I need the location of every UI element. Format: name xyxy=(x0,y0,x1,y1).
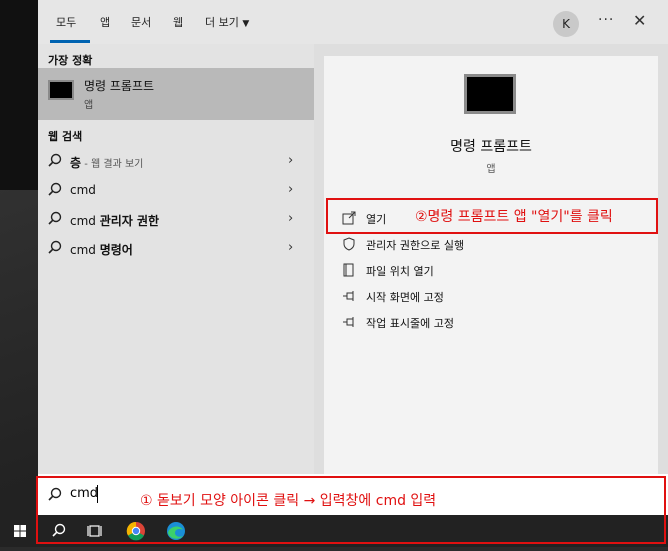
search-highlight xyxy=(36,476,666,544)
pin-icon xyxy=(343,317,354,327)
best-match-type: 앱 xyxy=(84,100,94,111)
web-result-item[interactable]: cmd 관리자 권한 › xyxy=(38,205,314,233)
app-title: 명령 프롬프트 xyxy=(450,139,532,155)
pin-to-start-label: 시작 화면에 고정 xyxy=(366,291,444,304)
run-as-admin-action[interactable]: 관리자 권한으로 실행 xyxy=(342,234,642,256)
search-icon xyxy=(48,211,62,225)
search-icon xyxy=(48,182,62,196)
web-result-plain: cmd xyxy=(70,243,100,257)
start-button[interactable] xyxy=(2,515,38,547)
web-result-hint: - 웹 결과 보기 xyxy=(81,159,144,170)
tab-more-label: 더 보기 xyxy=(205,16,239,29)
web-result-bold: 관리자 권한 xyxy=(99,214,160,228)
best-match-heading: 가장 정확 xyxy=(48,54,93,67)
chevron-right-icon: › xyxy=(288,211,294,226)
avatar[interactable]: K xyxy=(553,11,579,37)
search-tabs-bar: 모두 앱 문서 웹 더 보기 ▼ K ··· ✕ xyxy=(38,0,668,44)
chevron-right-icon: › xyxy=(288,240,294,255)
tab-all[interactable]: 모두 xyxy=(56,14,76,30)
tab-more[interactable]: 더 보기 ▼ xyxy=(205,14,249,30)
desktop-left-strip xyxy=(0,0,40,190)
tab-web[interactable]: 웹 xyxy=(173,14,183,30)
step1-annotation: ① 돋보기 모양 아이콘 클릭 → 입력창에 cmd 입력 xyxy=(140,493,437,509)
search-panel: 모두 앱 문서 웹 더 보기 ▼ K ··· ✕ 가장 정확 명령 프롬프트 앱… xyxy=(38,0,668,515)
web-result-plain: cmd xyxy=(70,183,96,197)
best-match-item[interactable]: 명령 프롬프트 앱 xyxy=(38,68,314,120)
chevron-right-icon: › xyxy=(288,153,294,168)
pin-to-start-action[interactable]: 시작 화면에 고정 xyxy=(342,286,642,308)
tab-apps[interactable]: 앱 xyxy=(100,14,110,30)
more-options-icon[interactable]: ··· xyxy=(598,12,614,28)
open-file-location-label: 파일 위치 열기 xyxy=(366,265,434,278)
web-result-item[interactable]: cmd › xyxy=(38,176,314,204)
app-type: 앱 xyxy=(486,164,496,175)
step2-annotation: ②명령 프롬프트 앱 "열기"를 클릭 xyxy=(415,209,613,225)
web-result-item[interactable]: cmd 명령어 › xyxy=(38,234,314,262)
results-list: 가장 정확 명령 프롬프트 앱 웹 검색 층 - 웹 결과 보기 › cmd ›… xyxy=(38,44,314,474)
windows-logo-icon xyxy=(14,525,26,537)
command-prompt-icon xyxy=(48,80,74,100)
close-icon[interactable]: ✕ xyxy=(633,11,646,30)
web-result-item[interactable]: 층 - 웹 결과 보기 › xyxy=(38,147,314,175)
web-result-bold: 명령어 xyxy=(99,243,133,257)
chevron-down-icon: ▼ xyxy=(242,19,250,29)
admin-shield-icon xyxy=(343,237,355,251)
search-icon xyxy=(48,240,62,254)
web-search-heading: 웹 검색 xyxy=(48,130,83,143)
web-result-plain: cmd xyxy=(70,214,100,228)
search-icon xyxy=(48,153,62,167)
tab-documents[interactable]: 문서 xyxy=(131,14,151,30)
app-details-pane: 명령 프롬프트 앱 열기 관리자 권한으로 실행 파일 위치 열기 시작 화면에… xyxy=(324,56,658,474)
open-file-location-action[interactable]: 파일 위치 열기 xyxy=(342,260,642,282)
active-tab-indicator xyxy=(50,40,90,43)
pin-to-taskbar-action[interactable]: 작업 표시줄에 고정 xyxy=(342,312,642,334)
pin-icon xyxy=(343,291,354,301)
chevron-right-icon: › xyxy=(288,182,294,197)
web-result-query: 층 xyxy=(70,156,82,170)
pin-to-taskbar-label: 작업 표시줄에 고정 xyxy=(366,317,454,330)
run-as-admin-label: 관리자 권한으로 실행 xyxy=(366,239,465,252)
file-location-icon xyxy=(343,263,354,277)
command-prompt-large-icon xyxy=(464,74,516,114)
best-match-name: 명령 프롬프트 xyxy=(84,79,155,93)
